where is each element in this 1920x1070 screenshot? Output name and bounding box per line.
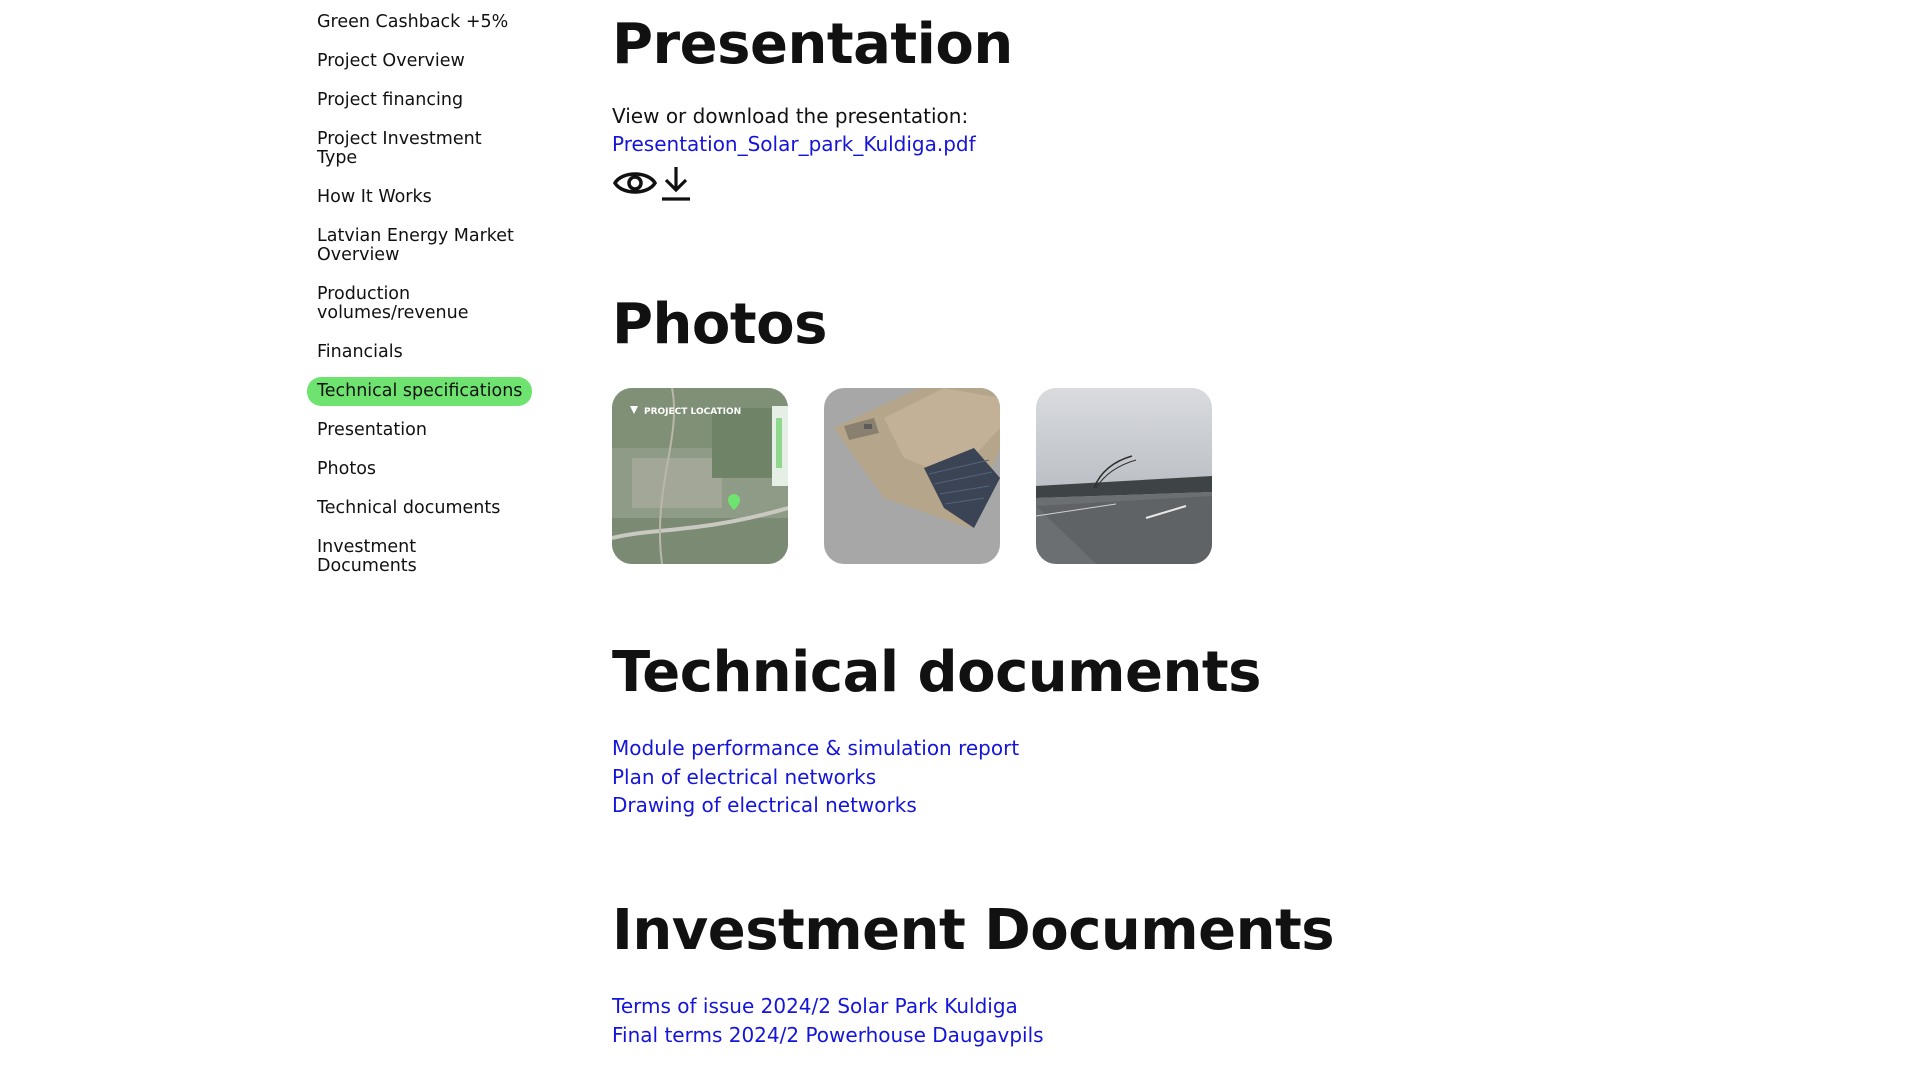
sidebar-item-technical-specifications[interactable]: Technical specifications [307,377,533,406]
sidebar-item-financials[interactable]: Financials [307,338,527,367]
technical-documents-heading: Technical documents [612,640,1261,705]
photo-road-solar-panels[interactable] [1036,388,1212,564]
sidebar-item-how-it-works[interactable]: How It Works [307,183,527,212]
sidebar-item-presentation[interactable]: Presentation [307,416,527,445]
tech-doc-link[interactable]: Module performance & simulation report [612,734,1261,763]
presentation-heading: Presentation [612,12,1013,77]
eye-icon[interactable] [612,163,658,207]
sidebar-item-project-overview[interactable]: Project Overview [307,47,527,76]
investment-documents-section: Investment Documents Terms of issue 2024… [612,898,1335,1049]
photo-gallery: PROJECT LOCATION [612,388,1212,564]
technical-documents-list: Module performance & simulation report P… [612,734,1261,820]
technical-documents-section: Technical documents Module performance &… [612,640,1261,820]
sidebar-item-technical-documents[interactable]: Technical documents [307,494,527,523]
tech-doc-link[interactable]: Drawing of electrical networks [612,791,1261,820]
sidebar-item-project-financing[interactable]: Project financing [307,86,527,115]
presentation-intro: View or download the presentation: [612,104,969,128]
investment-documents-list: Terms of issue 2024/2 Solar Park Kuldiga… [612,992,1334,1049]
investment-documents-heading: Investment Documents [612,898,1335,963]
photos-section: Photos PROJECT LOCATION [612,292,1212,564]
investment-doc-link[interactable]: Final terms 2024/2 Powerhouse Daugavpils [612,1021,1334,1050]
sidebar-nav: Green Cashback +5% Project Overview Proj… [307,8,547,591]
page: Green Cashback +5% Project Overview Proj… [0,0,1920,1070]
sidebar-item-energy-market-overview[interactable]: Latvian Energy Market Overview [307,222,527,270]
download-icon[interactable] [660,163,692,207]
sidebar-item-investment-documents[interactable]: Investment Documents [307,533,527,581]
photo-caption-project-location: PROJECT LOCATION [644,407,741,417]
sidebar-item-production-volumes[interactable]: Production volumes/revenue [307,280,527,328]
sidebar-item-project-investment-type[interactable]: Project Investment Type [307,125,527,173]
presentation-file-link[interactable]: Presentation_Solar_park_Kuldiga.pdf [612,130,1013,159]
photos-heading: Photos [612,292,827,357]
presentation-section: Presentation View or download the presen… [612,12,1013,207]
tech-doc-link[interactable]: Plan of electrical networks [612,763,1261,792]
photo-project-location-map[interactable]: PROJECT LOCATION [612,388,788,564]
photo-aerial-render[interactable] [824,388,1000,564]
investment-doc-link[interactable]: Terms of issue 2024/2 Solar Park Kuldiga [612,992,1334,1021]
sidebar-item-green-cashback[interactable]: Green Cashback +5% [307,8,527,37]
sidebar-item-photos[interactable]: Photos [307,455,527,484]
presentation-actions [612,163,1013,207]
